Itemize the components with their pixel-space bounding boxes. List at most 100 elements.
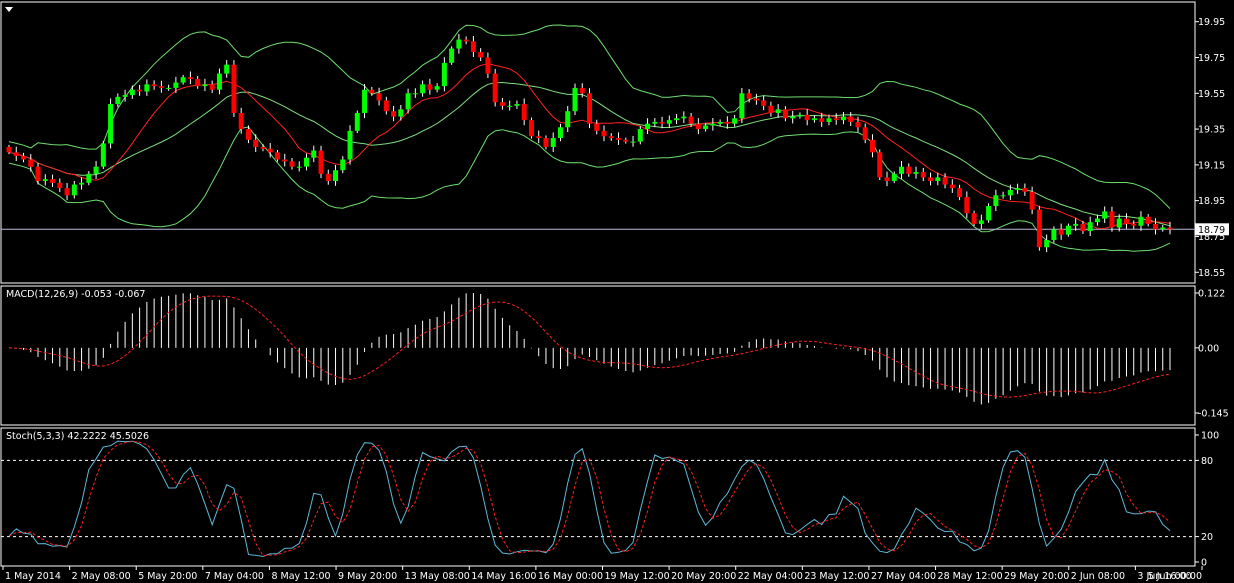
candle-body (195, 78, 201, 87)
candle-body (1116, 218, 1122, 228)
chart-menu-arrow-icon[interactable] (5, 7, 13, 12)
candle-body (594, 123, 600, 131)
time-tick-label: 28 May 12:00 (938, 571, 1003, 582)
candle-body (1160, 227, 1166, 230)
time-tick-label: 19 May 12:00 (605, 571, 670, 582)
candle-body (652, 121, 658, 124)
candle-body (703, 125, 709, 130)
candle-body (340, 159, 346, 171)
candle-body (710, 123, 716, 126)
stoch-tick-label: 20 (1201, 532, 1213, 543)
candle-body (485, 57, 491, 74)
candle-body (1044, 240, 1050, 248)
stoch-tick-label: 80 (1201, 456, 1213, 467)
candle-body (1145, 216, 1151, 224)
price-tick-label: 18.55 (1198, 268, 1225, 279)
candle-body (129, 89, 135, 96)
candle-body (768, 105, 774, 113)
time-tick-label: 23 May 12:00 (804, 571, 869, 582)
candle-body (441, 62, 447, 87)
price-tick-label: 19.35 (1198, 125, 1225, 136)
time-tick-label: 2 Jun 08:00 (1071, 571, 1125, 582)
candle-body (623, 139, 629, 142)
candle-body (1015, 188, 1021, 190)
candle-body (753, 98, 759, 101)
pane-border-0 (0, 1, 1196, 284)
macd-histogram (15, 293, 1171, 405)
time-tick-label: 29 May 20:00 (1004, 571, 1069, 582)
candle-body (13, 152, 19, 156)
candle-body (50, 179, 56, 183)
candle-body (311, 150, 317, 158)
stochastic-title: Stoch(5,3,3) 42.2222 45.5026 (6, 431, 149, 442)
candle-body (1094, 218, 1100, 223)
candle-body (420, 84, 426, 94)
candle-body (608, 136, 614, 139)
candle-body (296, 166, 302, 168)
candle-body (782, 109, 788, 119)
candle-body (405, 93, 411, 110)
candle-body (64, 188, 70, 196)
macd-pane: MACD(12,26,9) -0.053 -0.067 0.122 0.00 -0.… (6, 289, 1229, 420)
pane-border-2 (0, 427, 1196, 567)
candle-body (986, 206, 992, 221)
candle-body (376, 93, 382, 101)
candle-body (840, 116, 846, 121)
candle-body (739, 93, 745, 119)
candle-body (1080, 223, 1086, 232)
candle-body (528, 120, 534, 137)
candle-body (1051, 229, 1057, 241)
candle-body (282, 159, 288, 162)
candle-body (645, 123, 651, 130)
candle-body (231, 64, 237, 113)
candle-body (122, 95, 128, 97)
candle-body (637, 129, 643, 142)
candle-body (412, 93, 418, 95)
candle-body (935, 177, 941, 181)
candle-body (202, 84, 208, 87)
candle-body (949, 184, 955, 189)
candle-body (245, 129, 251, 140)
stochastic-levels (1, 459, 1195, 538)
price-tick-label: 19.55 (1198, 89, 1225, 100)
time-tick-label: 22 May 04:00 (738, 571, 803, 582)
candle-body (1000, 195, 1006, 197)
time-tick-label: 13 May 08:00 (405, 571, 470, 582)
macd-title: MACD(12,26,9) -0.053 -0.067 (6, 289, 145, 300)
candle-body (1152, 223, 1158, 230)
candle-body (166, 87, 172, 89)
candle-body (877, 152, 883, 178)
time-tick-label: 5 May 20:00 (138, 571, 197, 582)
candle-body (659, 121, 665, 124)
candle-body (289, 161, 295, 167)
candle-body (427, 84, 433, 90)
candle-body (942, 177, 948, 185)
candle-body (855, 121, 861, 128)
candle-body (42, 179, 48, 181)
candle-body (536, 136, 542, 139)
time-tick-label: 5 Jun 00:00 (1148, 571, 1202, 582)
candle-body (1029, 191, 1035, 210)
candle-body (957, 188, 963, 198)
time-tick-label: 7 May 04:00 (205, 571, 264, 582)
candle-body (884, 177, 890, 181)
candle-body (1007, 189, 1013, 196)
candle-body (507, 105, 513, 107)
candle-body (35, 166, 41, 181)
candle-body (151, 84, 157, 87)
candle-body (804, 114, 810, 121)
stochastic-axis: 10080200 (1195, 431, 1219, 569)
candle-body (695, 123, 701, 130)
candle-body (470, 41, 476, 53)
candle-body (71, 184, 77, 196)
candle-body (862, 127, 868, 140)
candle-body (238, 112, 244, 130)
candle-body (978, 220, 984, 224)
candle-body (724, 121, 730, 124)
candle-body (1123, 218, 1129, 224)
candle-body (1109, 211, 1115, 228)
current-price-label: 18.79 (1198, 225, 1225, 236)
candle-body (1073, 223, 1079, 226)
candle-body (108, 104, 114, 144)
candle-body (209, 84, 215, 90)
